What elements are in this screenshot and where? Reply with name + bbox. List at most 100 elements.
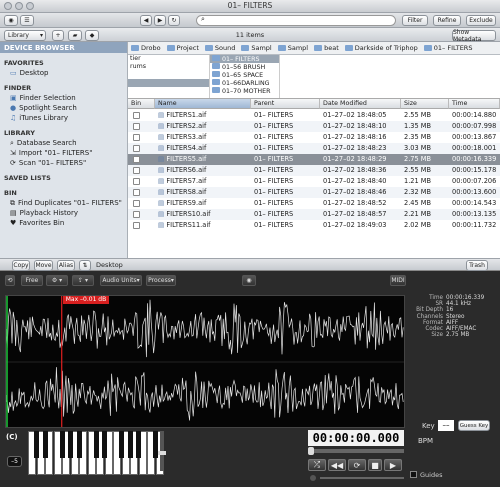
column-header-parent[interactable]: Parent [251,99,320,109]
guess-key-button[interactable]: Guess Key [458,420,490,431]
repeat-icon[interactable]: ⟳ [348,459,366,471]
back-icon[interactable]: ◀ [140,15,152,26]
table-row[interactable]: ▤ FILTERS1.aif 01– FILTERS 01–27–02 18:48:… [128,110,500,121]
location-label[interactable]: Desktop [96,261,123,269]
sidebar-item-favorites-bin[interactable]: ♥ Favorites Bin [0,218,127,228]
piano-keyboard[interactable] [28,431,168,475]
piano-black-key[interactable] [136,431,141,458]
piano-black-key[interactable] [102,431,107,458]
position-slider-handle[interactable] [308,447,314,455]
table-row[interactable]: ▤ FILTERS6.aif 01– FILTERS 01–27–02 18:48:… [128,165,500,176]
search-input[interactable]: ⌕ [196,15,396,26]
table-row[interactable]: ▤ FILTERS4.aif 01– FILTERS 01–27–02 18:48:… [128,143,500,154]
column-header-date[interactable]: Date Modified [320,99,401,109]
breadcrumb-item[interactable]: 01– FILTERS [421,44,476,52]
midi-button[interactable]: MIDI [390,275,406,286]
bin-checkbox[interactable] [133,123,140,130]
column-item[interactable]: 01–66DARLING [210,79,279,87]
piano-black-key[interactable] [93,431,99,458]
audio-units-menu[interactable]: Audio Units ▾ [100,275,142,286]
piano-black-key[interactable] [59,431,65,458]
gear-icon[interactable]: ⚙ ▾ [46,275,68,286]
bin-checkbox[interactable] [133,112,140,119]
key-value[interactable]: –– [438,420,454,431]
free-button[interactable]: Free [21,275,43,286]
library-select[interactable]: Library ▾ [4,30,46,41]
pitch-slider-track[interactable] [158,431,166,471]
sidebar-item-database-search[interactable]: ⌕ Database Search [0,138,127,148]
piano-black-key[interactable] [42,431,48,458]
table-row[interactable]: ▤ FILTERS7.aif 01– FILTERS 01–27–02 18:48:… [128,176,500,187]
breadcrumb-item[interactable]: Drobo [128,44,164,52]
bin-checkbox[interactable] [133,211,140,218]
bin-checkbox[interactable] [133,222,140,229]
eye-icon[interactable]: ◉ [4,15,18,26]
sidebar-item-import[interactable]: ⇲ Import "01– FILTERS" [0,148,127,158]
filter-button[interactable]: Filter [402,15,428,26]
piano-black-key[interactable] [119,431,124,458]
column-item[interactable]: 01–65 SPACE [210,71,279,79]
column-item[interactable]: 01–70 MOTHER [210,87,279,95]
bin-checkbox[interactable] [133,178,140,185]
bin-checkbox[interactable] [133,134,140,141]
folder-icon[interactable]: ▰ [68,30,82,41]
table-row[interactable]: ▤ FILTERS11.aif 01– FILTERS 01–27–02 18:49… [128,220,500,231]
add-icon[interactable]: + [52,30,64,41]
column-item[interactable]: tier [128,55,209,63]
process-menu[interactable]: Process ▾ [146,275,176,286]
column-item[interactable]: rums [128,63,209,71]
column-header-size[interactable]: Size [401,99,449,109]
trash-button[interactable]: Trash [466,260,488,271]
device-browser-header[interactable]: DEVICE BROWSER [0,42,127,53]
breadcrumb-item[interactable]: Sampl [275,44,311,52]
location-arrows-icon[interactable]: ⇅ [79,260,91,271]
copy-button[interactable]: Copy [12,260,30,271]
volume-slider[interactable] [320,477,404,479]
forward-icon[interactable]: ▶ [154,15,166,26]
guides-checkbox[interactable] [410,471,417,478]
piano-black-key[interactable] [127,431,133,458]
bin-checkbox[interactable] [133,156,140,163]
table-row[interactable]: ▤ FILTERS2.aif 01– FILTERS 01–27–02 18:48:… [128,121,500,132]
refine-button[interactable]: Refine [433,15,461,26]
piano-black-key[interactable] [68,431,73,458]
column-header-time[interactable]: Time [449,99,500,109]
move-button[interactable]: Move [34,260,53,271]
piano-black-key[interactable] [34,431,39,458]
rewind-icon[interactable]: ◀◀ [328,459,346,471]
breadcrumb-item[interactable]: Project [164,44,202,52]
column-header-bin[interactable]: Bin [128,99,155,109]
breadcrumb-item[interactable]: Sound [202,44,238,52]
breadcrumb-item[interactable]: Sampl [238,44,274,52]
table-row[interactable]: ▤ FILTERS8.aif 01– FILTERS 01–27–02 18:48:… [128,187,500,198]
sidebar-item-desktop[interactable]: ▭ Desktop [0,68,127,78]
column-header-name[interactable]: Name [155,99,251,109]
waveform-display[interactable]: Max –0.01 dB [5,295,405,428]
bin-checkbox[interactable] [133,189,140,196]
loop-icon[interactable]: ⟲ [5,275,15,286]
piano-black-key[interactable] [76,431,82,458]
record-icon[interactable]: ◉ [242,275,256,286]
position-slider[interactable] [308,447,404,455]
column-item[interactable] [128,71,209,79]
share-icon[interactable]: ⇪ ▾ [72,275,94,286]
shuffle-icon[interactable]: ⤮ [308,459,326,471]
column-item[interactable]: 01– FILTERS [210,55,279,63]
show-metadata-button[interactable]: Show Metadata [452,29,496,43]
stop-icon[interactable]: ■ [368,459,382,471]
column-item[interactable] [128,79,209,87]
sidebar-item-finder-selection[interactable]: ▣ Finder Selection [0,93,127,103]
sidebar-item-find-duplicates[interactable]: ⧉ Find Duplicates "01– FILTERS" [0,198,127,208]
bin-checkbox[interactable] [133,200,140,207]
sidebar-item-scan[interactable]: ⟳ Scan "01– FILTERS" [0,158,127,168]
bin-checkbox[interactable] [133,145,140,152]
sidebar-item-itunes[interactable]: ♫ iTunes Library [0,113,127,123]
list-view-icon[interactable]: ☰ [20,15,34,26]
sidebar-item-spotlight[interactable]: ● Spotlight Search [0,103,127,113]
table-row[interactable]: ▤ FILTERS9.aif 01– FILTERS 01–27–02 18:48:… [128,198,500,209]
refresh-icon[interactable]: ↻ [168,15,180,26]
alias-button[interactable]: Alias [57,260,75,271]
exclude-button[interactable]: Exclude [466,15,496,26]
sidebar-item-playback-history[interactable]: ▤ Playback History [0,208,127,218]
breadcrumb-item[interactable]: beat [311,44,342,52]
